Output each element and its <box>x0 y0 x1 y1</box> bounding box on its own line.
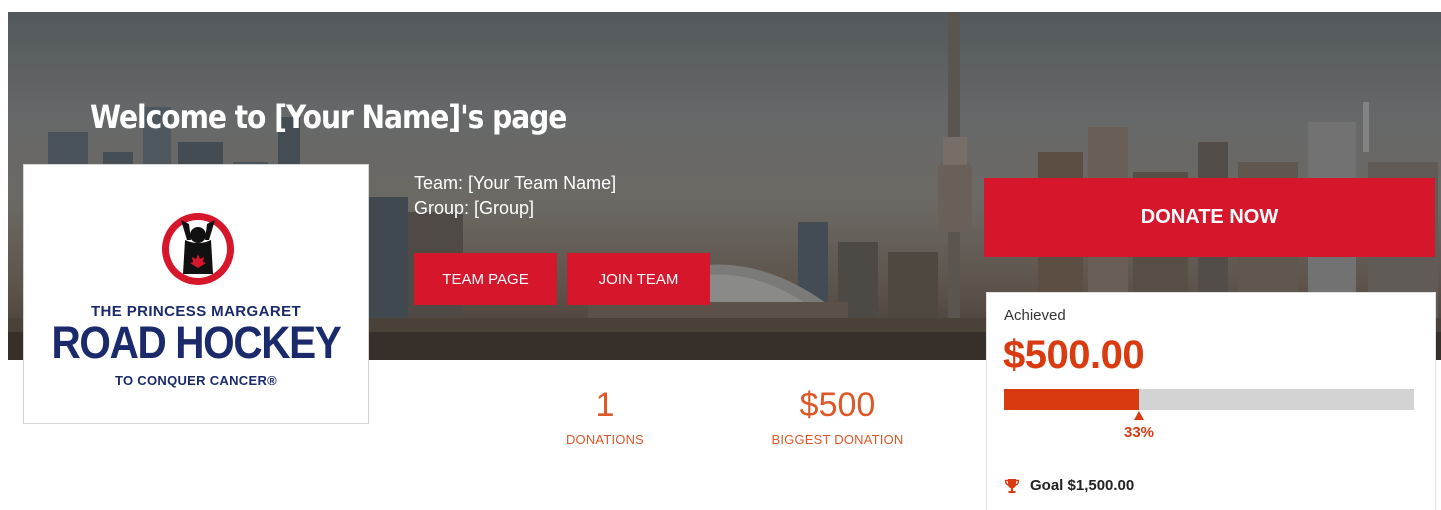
progress-bar-fill <box>1004 389 1139 410</box>
progress-percent: 33% <box>1124 424 1155 441</box>
logo-line-2: ROAD HOCKEY <box>51 317 342 368</box>
biggest-donation-label: BIGGEST DONATION <box>771 432 904 447</box>
donate-now-button[interactable]: DONATE NOW <box>984 178 1435 257</box>
page-title: Welcome to [Your Name]'s page <box>90 98 567 136</box>
donations-label: DONATIONS <box>565 432 645 447</box>
team-page-button[interactable]: TEAM PAGE <box>414 253 557 305</box>
goal-amount: Goal $1,500.00 <box>1030 477 1135 494</box>
achieved-label: Achieved <box>1004 307 1066 324</box>
biggest-donation-amount: $500 <box>799 386 876 424</box>
team-name: Team: [Your Team Name] <box>414 173 617 193</box>
achieved-amount: $500.00 <box>1003 333 1145 377</box>
join-team-button[interactable]: JOIN TEAM <box>567 253 710 305</box>
goal-row: Goal $1,500.00 <box>1004 477 1134 494</box>
progress-bar <box>1004 389 1414 410</box>
group-name: Group: [Group] <box>414 198 535 218</box>
fundraising-progress-card: Achieved $500.00 33% Goal $1,500.00 <box>986 292 1436 510</box>
trophy-icon <box>1004 478 1020 493</box>
event-logo: THE PRINCESS MARGARET ROAD HOCKEY TO CON… <box>23 164 369 424</box>
donations-count: 1 <box>595 386 615 424</box>
hockey-player-emblem-icon <box>162 213 234 285</box>
team-info: Team: [Your Team Name] Group: [Group] <box>414 171 616 221</box>
progress-marker-icon <box>1134 411 1144 420</box>
logo-line-3: TO CONQUER CANCER® <box>114 373 278 388</box>
